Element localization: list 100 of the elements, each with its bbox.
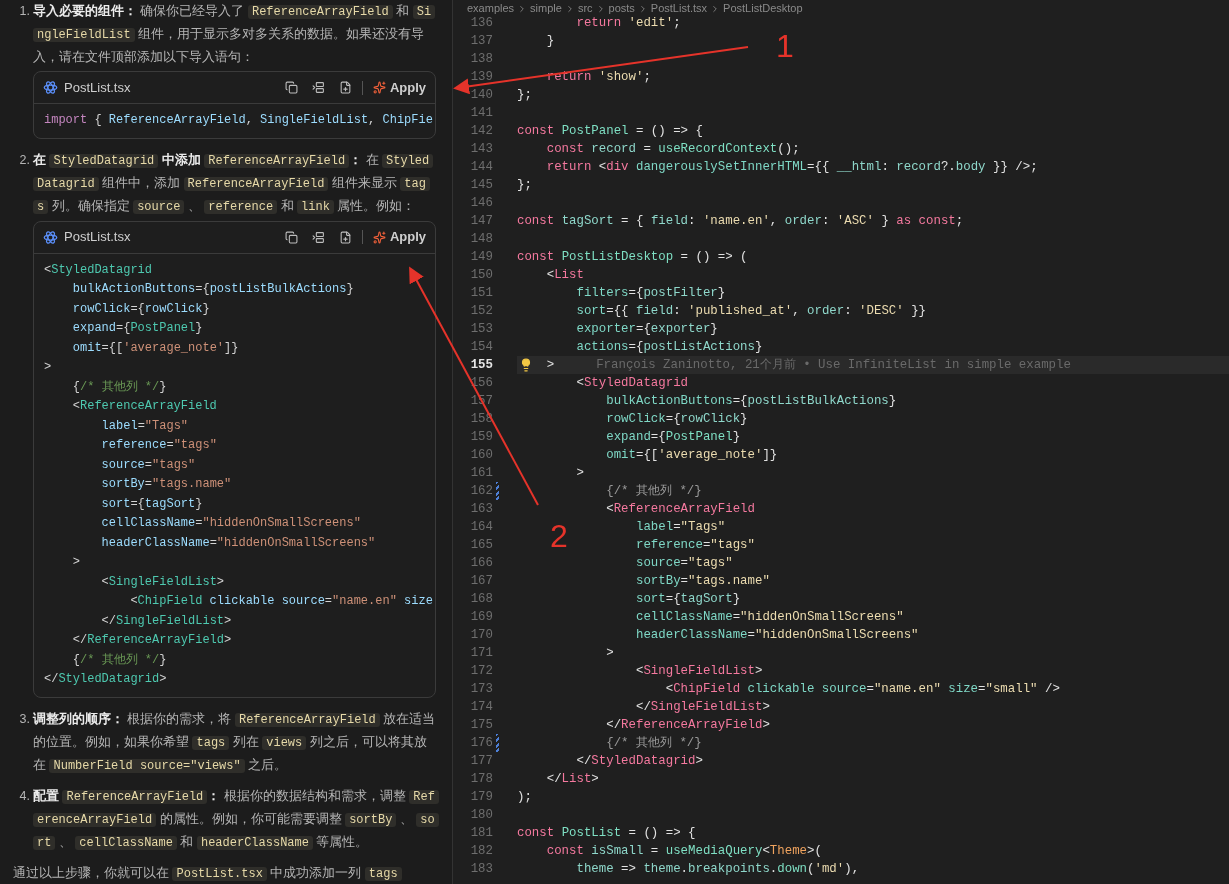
code-line: ); [517, 788, 532, 806]
apply-button[interactable]: Apply [372, 226, 426, 248]
line-number: 152 [469, 302, 493, 320]
line-number: 146 [469, 194, 493, 212]
breadcrumb-item[interactable]: simple [530, 2, 562, 14]
code-line: const PostListDesktop = () => ( [517, 248, 748, 266]
code-line: omit={['average_note']} [606, 446, 778, 464]
line-number: 148 [469, 230, 493, 248]
summary-text: 通过以上步骤，你就可以在 PostList.tsx 中成功添加一列 tags [13, 861, 436, 884]
code-line: }; [517, 86, 532, 104]
code-line: expand={PostPanel} [72, 320, 203, 337]
code-line: <ChipField clickable source="name.en" size="small" /> [665, 680, 1060, 698]
line-number: 139 [469, 68, 493, 86]
code-line: > [44, 359, 52, 376]
copy-icon[interactable] [284, 230, 298, 244]
line-number: 178 [469, 770, 493, 788]
line-number: 181 [469, 824, 493, 842]
line-number: 180 [469, 806, 493, 824]
code-line: filters={postFilter} [576, 284, 726, 302]
step-number: 2. [18, 151, 31, 169]
code-line: return 'edit'; [576, 14, 681, 32]
breadcrumb-item[interactable]: examples [467, 2, 515, 14]
code-line: <SingleFieldList> [101, 573, 225, 591]
insert-icon[interactable] [311, 81, 325, 94]
code-line: <SingleFieldList> [635, 662, 763, 680]
step-number: 4. [18, 787, 31, 805]
line-number: 161 [469, 464, 493, 482]
breadcrumb-item[interactable]: posts [608, 2, 635, 14]
code-line: <ChipField clickable source="name.en" size [130, 593, 433, 610]
code-line: > [606, 644, 614, 662]
line-number: 167 [469, 572, 493, 590]
line-number: 170 [469, 626, 493, 644]
code-line: </SingleFieldList> [101, 612, 232, 630]
code-line: cellClassName="hiddenOnSmallScreens" [101, 515, 361, 532]
line-number: 151 [469, 284, 493, 302]
line-number: 144 [469, 158, 493, 176]
line-number: 164 [469, 518, 493, 536]
code-line: reference="tags" [101, 437, 217, 454]
code-line: rowClick={rowClick} [72, 300, 210, 318]
code-line: {/* 其他列 */} [72, 378, 167, 396]
code-line: > [546, 356, 555, 374]
code-line: return <div dangerouslySetInnerHTML={{ __html: record?.body }} />; [546, 158, 1038, 176]
line-number: 169 [469, 608, 493, 626]
line-number: 171 [469, 644, 493, 662]
code-line: bulkActionButtons={postListBulkActions} [72, 281, 354, 298]
code-line: const record = useRecordContext(); [546, 140, 800, 158]
code-line: theme => theme.breakpoints.down('md'), [576, 860, 860, 878]
code-line: sort={tagSort} [101, 495, 203, 513]
breadcrumb-item[interactable]: PostListDesktop [723, 2, 803, 14]
file-name: PostList.tsx [64, 78, 131, 97]
line-number: 137 [469, 32, 493, 50]
code-line: import { ReferenceArrayField, SingleFieldList, ChipFie [44, 112, 433, 129]
code-line: omit={['average_note']} [72, 339, 239, 357]
line-number: 162 [469, 482, 493, 500]
code-line: sort={{ field: 'published_at', order: 'DESC' }} [576, 302, 927, 320]
code-line: <List [546, 266, 584, 284]
line-number: 173 [469, 680, 493, 698]
code-line: exporter={exporter} [576, 320, 718, 338]
code-line: {/* 其他列 */} [606, 482, 702, 500]
code-line: label="Tags" [635, 518, 726, 536]
code-line: {/* 其他列 */} [606, 734, 702, 752]
code-line: sort={tagSort} [635, 590, 741, 608]
new-file-icon[interactable] [338, 230, 352, 244]
new-file-icon[interactable] [338, 81, 352, 94]
line-number: 154 [469, 338, 493, 356]
insert-icon[interactable] [311, 230, 325, 244]
line-number: 150 [469, 266, 493, 284]
atom-icon [43, 80, 58, 95]
code-line: source="tags" [635, 554, 733, 572]
line-number: 177 [469, 752, 493, 770]
code-line: reference="tags" [635, 536, 755, 554]
code-line: source="tags" [101, 456, 196, 474]
step-text: 调整列的顺序： 根据你的需求，将 ReferenceArrayField 放在适当的位置。例如，如果你希望 tags 列在 views 列之后，可以将其放在 NumberField source="views" 之后。 [33, 710, 436, 775]
sparkle-icon [372, 81, 386, 94]
code-line: actions={postListActions} [576, 338, 763, 356]
line-number: 174 [469, 698, 493, 716]
code-line: <StyledDatagrid [576, 374, 689, 392]
code-line: {/* 其他列 */} [72, 651, 167, 669]
apply-button[interactable]: Apply [372, 76, 426, 99]
breadcrumb-item[interactable]: PostList.tsx [650, 2, 708, 14]
line-number: 182 [469, 842, 493, 860]
line-number: 143 [469, 140, 493, 158]
code-line: </StyledDatagrid> [576, 752, 703, 770]
line-number: 175 [469, 716, 493, 734]
code-line: <StyledDatagrid [44, 261, 153, 279]
line-number: 165 [469, 536, 493, 554]
line-number: 141 [469, 104, 493, 122]
line-number: 140 [469, 86, 493, 104]
code-line: const isSmall = useMediaQuery<Theme>( [546, 842, 822, 860]
breadcrumb-item[interactable]: src [577, 2, 593, 14]
code-line: sortBy="tags.name" [635, 572, 770, 590]
copy-icon[interactable] [284, 81, 298, 94]
line-number: 168 [469, 590, 493, 608]
code-line: const tagSort = { field: 'name.en', order: 'ASC' } as const; [517, 212, 964, 230]
line-number: 179 [469, 788, 493, 806]
line-number: 166 [469, 554, 493, 572]
code-line: </ReferenceArrayField> [606, 716, 770, 734]
code-line: cellClassName="hiddenOnSmallScreens" [635, 608, 904, 626]
lightbulb-icon[interactable] [519, 358, 533, 372]
code-line: rowClick={rowClick} [606, 410, 748, 428]
